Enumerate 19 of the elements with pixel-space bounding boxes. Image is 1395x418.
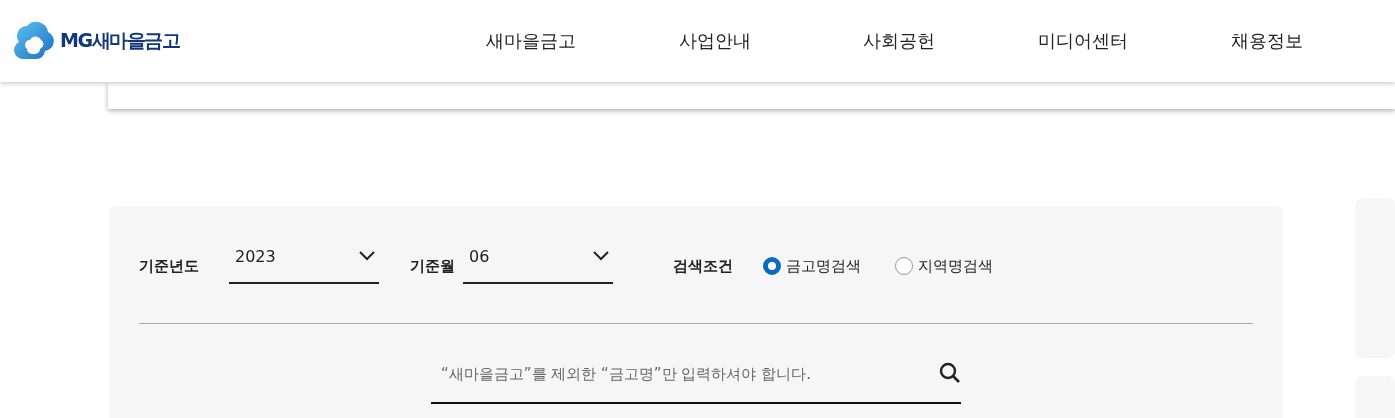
chevron-down-icon bbox=[359, 251, 375, 261]
chevron-down-icon bbox=[593, 251, 609, 261]
radio-button[interactable] bbox=[895, 257, 913, 275]
nav-link[interactable]: 새마을금고 bbox=[439, 29, 623, 53]
radio-option[interactable]: 지역명검색 bbox=[895, 256, 993, 276]
month-select[interactable]: 06 bbox=[463, 238, 613, 284]
nav-link[interactable]: 채용정보 bbox=[1175, 29, 1359, 53]
radio-button[interactable] bbox=[763, 257, 781, 275]
search-condition-label: 검색조건 bbox=[673, 256, 733, 276]
search-field[interactable]: “새마을금고”를 제외한 “금고명”만 입력하셔야 합니다. bbox=[431, 346, 961, 404]
logo-text[interactable]: MG새마을금고 bbox=[60, 28, 179, 54]
search-icon[interactable] bbox=[939, 362, 961, 384]
month-label: 기준월 bbox=[410, 256, 455, 276]
radio-option[interactable]: 금고명검색 bbox=[763, 256, 861, 276]
year-select[interactable]: 2023 bbox=[229, 238, 379, 284]
nav-link[interactable]: 사업안내 bbox=[623, 29, 807, 53]
nav-link[interactable]: 사회공헌 bbox=[807, 29, 991, 53]
nav-link[interactable]: 미디어센터 bbox=[991, 29, 1175, 53]
year-label: 기준년도 bbox=[139, 256, 199, 276]
